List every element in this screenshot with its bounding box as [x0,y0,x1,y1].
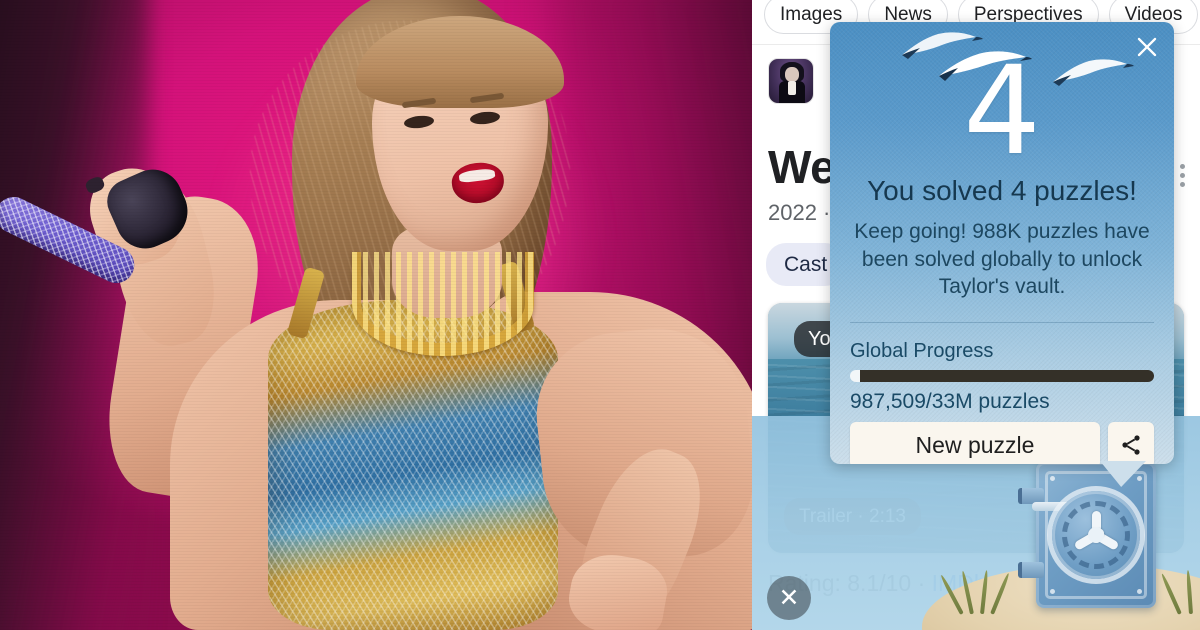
page-subtitle: 2022 · [768,200,831,225]
solved-count-display: 4 [963,40,1041,182]
popup-subtext: Keep going! 988K puzzles have been solve… [854,220,1150,299]
kebab-dot [1180,182,1185,187]
more-options-icon[interactable] [1180,164,1186,187]
global-progress-count: 987,509/33M puzzles [850,390,1050,413]
close-icon: ✕ [778,583,800,612]
kebab-dot [1180,164,1185,169]
vault-bolt [1050,476,1055,481]
vault-door-icon[interactable] [1018,462,1156,608]
new-puzzle-button[interactable]: New puzzle [850,422,1100,464]
screenshot-root: Images News Perspectives Videos W Wed 20… [0,0,1200,630]
popup-headline: You solved 4 puzzles! [867,175,1137,206]
share-icon [1122,435,1140,455]
vault-hinge-bottom [1018,562,1044,578]
global-progress-label: Global Progress [850,340,994,362]
necklace-beads [352,252,534,356]
progress-fill [850,370,1154,382]
performer-photo [0,0,752,630]
thumbnail-bib [788,81,796,95]
popup-divider [850,322,1154,323]
kebab-dot [1180,173,1185,178]
performer-figure [0,0,752,630]
puzzle-popup: 4 You solved 4 puzzles! Keep going! 988K… [830,22,1174,487]
vault-dial [1052,491,1140,579]
vault-bolt [1050,589,1055,594]
puzzle-popup-body: 4 You solved 4 puzzles! Keep going! 988K… [830,22,1174,464]
progress-knob [850,370,860,382]
close-icon [1137,37,1157,57]
vault-hub [1088,527,1104,543]
vault-bolt [1137,476,1142,481]
popup-actions: New puzzle [850,422,1154,464]
thumbnail-face [785,67,799,82]
knowledge-panel-header [768,58,814,104]
popup-close-button[interactable] [1132,32,1162,62]
vault-bolt [1137,589,1142,594]
result-thumbnail[interactable] [768,58,814,104]
share-button[interactable] [1108,422,1154,464]
close-overlay-button[interactable]: ✕ [767,576,811,620]
global-progress-bar [850,370,1154,382]
